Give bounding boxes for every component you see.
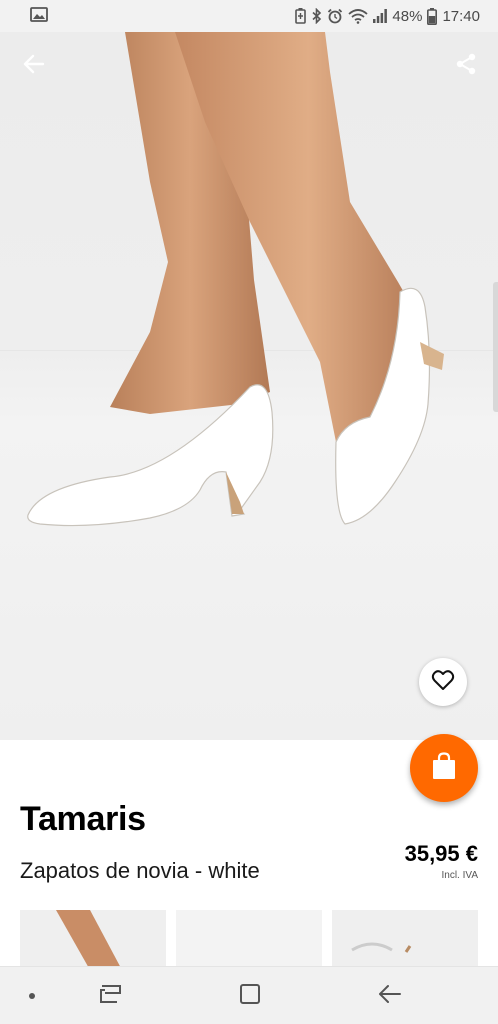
thumbnail-3[interactable] (332, 910, 478, 970)
thumbnail-strip (0, 910, 498, 970)
product-price: 35,95 € (404, 841, 478, 866)
home-button[interactable] (220, 967, 280, 1024)
battery-percent: 48% (392, 7, 423, 25)
home-icon (239, 983, 261, 1010)
signal-icon (373, 8, 388, 24)
wifi-icon (348, 8, 369, 24)
alarm-icon (327, 8, 343, 24)
wishlist-button[interactable] (419, 658, 467, 706)
share-icon (454, 52, 478, 81)
clock: 17:40 (442, 7, 480, 25)
system-navigation-bar (0, 966, 498, 1024)
back-button[interactable] (14, 46, 54, 86)
recent-apps-button[interactable] (81, 967, 141, 1024)
battery-icon (427, 7, 438, 25)
status-bar: 48% 17:40 (0, 0, 498, 32)
battery-saver-icon (295, 8, 307, 24)
dot-button[interactable] (2, 967, 62, 1024)
scroll-indicator (493, 282, 498, 412)
heart-icon (431, 669, 455, 696)
brand-name[interactable]: Tamaris (20, 800, 146, 839)
vat-note: Incl. IVA (441, 870, 479, 881)
thumbnail-2[interactable] (176, 910, 322, 970)
shopping-bag-icon (431, 751, 457, 785)
bluetooth-icon (311, 8, 322, 24)
share-button[interactable] (446, 46, 486, 86)
back-arrow-icon (23, 53, 45, 80)
back-nav-icon (378, 984, 402, 1009)
back-nav-button[interactable] (360, 967, 420, 1024)
product-detail-screen: 48% 17:40 Tamaris Zapatos de novia - whi… (0, 0, 498, 1024)
shoe-photo (27, 32, 444, 527)
image-notification-icon (30, 6, 48, 26)
product-image[interactable] (0, 32, 498, 740)
product-name: Zapatos de novia - white (20, 858, 260, 883)
recent-apps-icon (100, 984, 122, 1009)
thumbnail-1[interactable] (20, 910, 166, 970)
add-to-cart-button[interactable] (410, 734, 478, 802)
